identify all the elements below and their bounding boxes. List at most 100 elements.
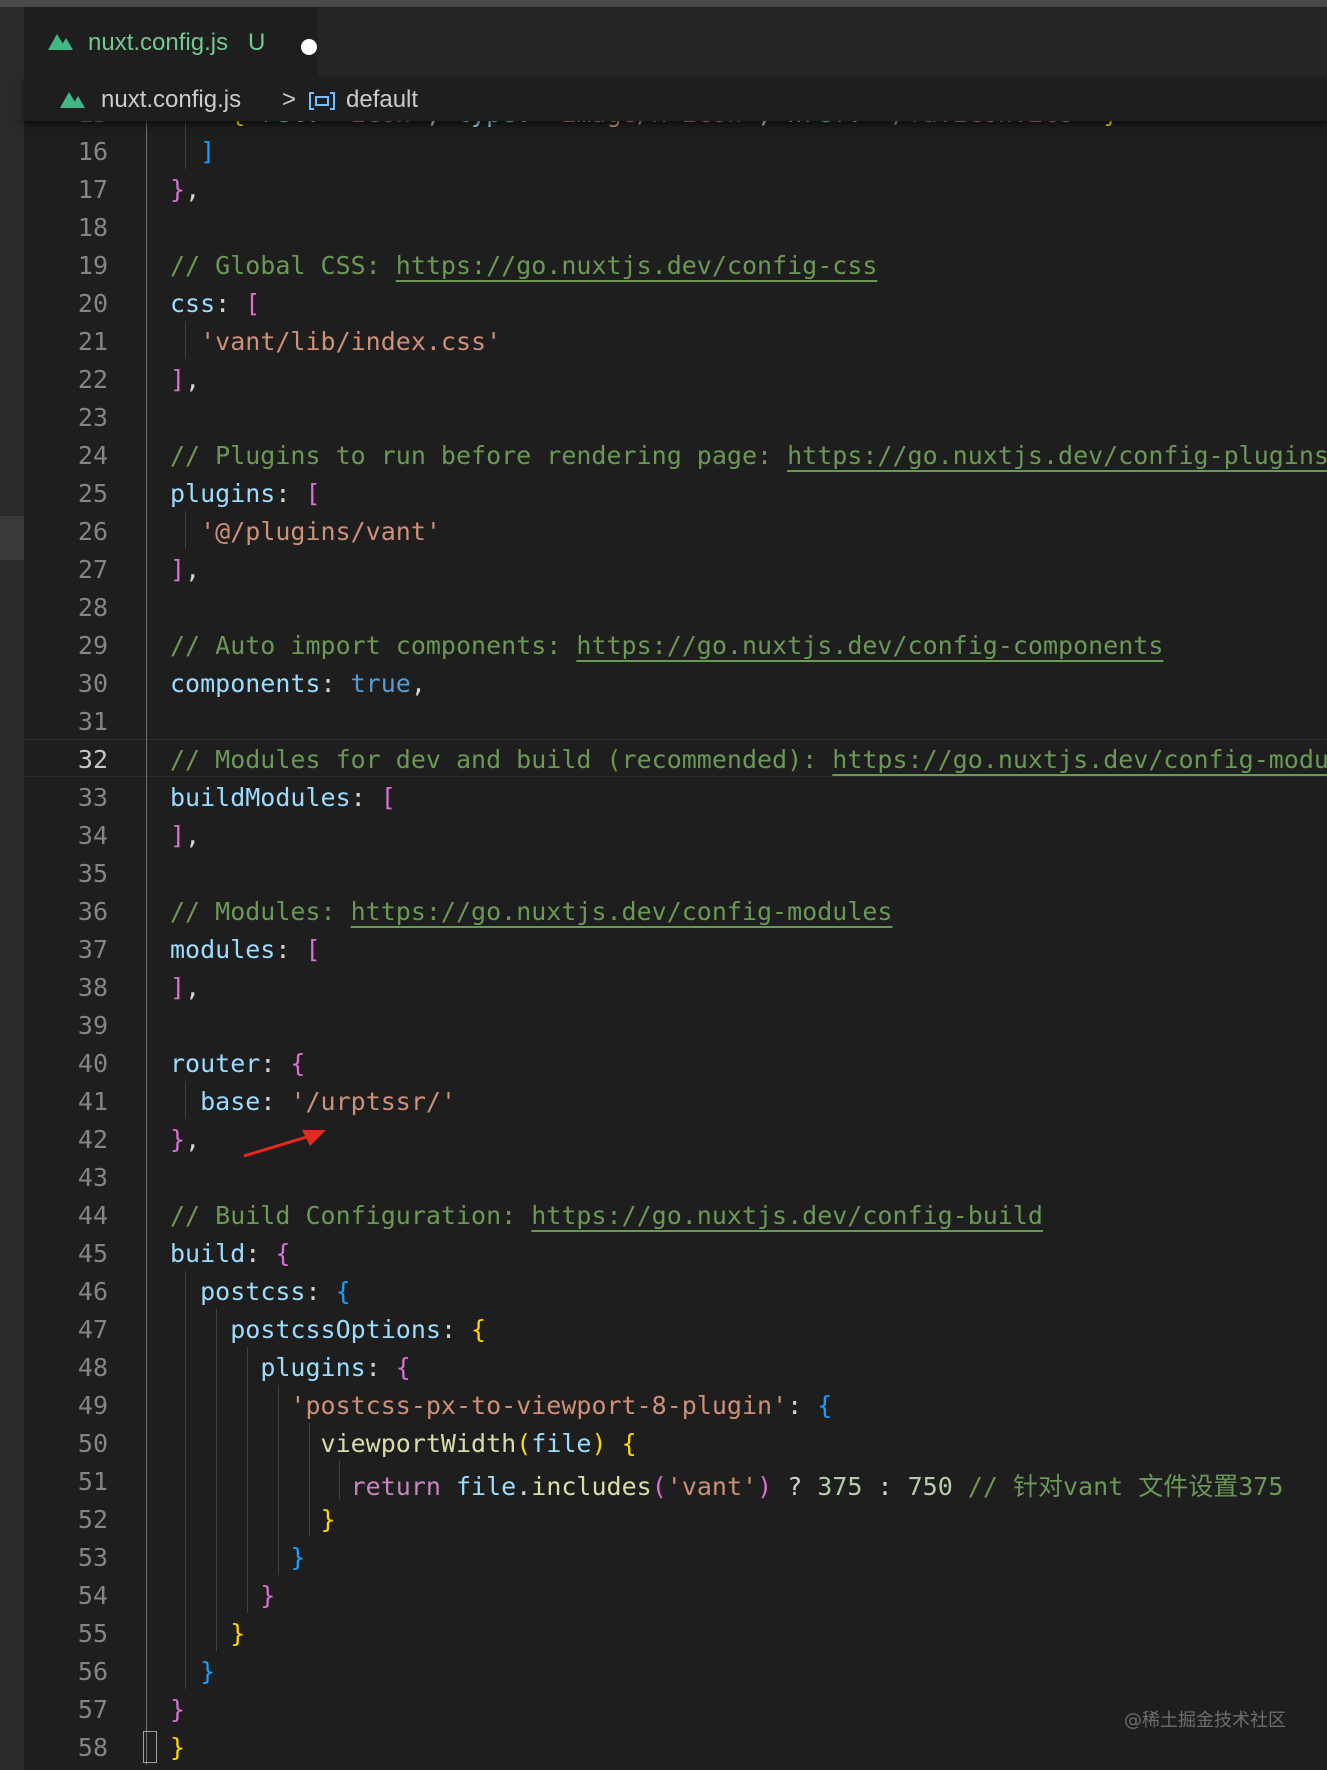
code-token: { (395, 1353, 411, 1382)
code-text: } (170, 1733, 185, 1762)
code-text: // Auto import components: https://go.nu… (170, 631, 1163, 660)
code-line[interactable]: 54 } (24, 1575, 1327, 1613)
code-text: viewportWidth(file) { (170, 1429, 637, 1458)
code-line[interactable]: 30 components: true, (24, 663, 1327, 701)
code-text: 'vant/lib/index.css' (170, 327, 501, 356)
code-token: viewportWidth (320, 1429, 517, 1458)
code-line[interactable]: 27], (24, 549, 1327, 587)
line-number: 38 (77, 973, 108, 1002)
code-text: plugins: [ (170, 479, 321, 508)
code-line[interactable]: 18 (24, 207, 1327, 245)
code-line[interactable]: 46 postcss: { (24, 1271, 1327, 1309)
code-line[interactable]: 36 // Modules: https://go.nuxtjs.dev/conf… (24, 891, 1327, 929)
code-line[interactable]: 44 // Build Configuration: https://go.nux… (24, 1195, 1327, 1233)
code-line[interactable]: 26 '@/plugins/vant' (24, 511, 1327, 549)
code-text: }, (170, 175, 200, 204)
code-line[interactable]: 24 // Plugins to run before rendering pag… (24, 435, 1327, 473)
line-number: 35 (77, 859, 108, 888)
code-line[interactable]: 34], (24, 815, 1327, 853)
code-line[interactable]: 43 (24, 1157, 1327, 1195)
line-number: 25 (77, 479, 108, 508)
code-token: // Modules: (170, 897, 351, 926)
unsaved-dot-icon[interactable] (301, 39, 317, 55)
code-token: : (260, 1087, 291, 1116)
code-line[interactable]: 20 css: [ (24, 283, 1327, 321)
code-line[interactable]: 21 'vant/lib/index.css' (24, 321, 1327, 359)
code-line[interactable]: 53 } (24, 1537, 1327, 1575)
code-token: '@/plugins/vant' (200, 517, 441, 546)
code-line[interactable]: 42}, (24, 1119, 1327, 1157)
code-line[interactable]: 23 (24, 397, 1327, 435)
code-line[interactable]: 51 return file.includes('vant') ? 375 : … (24, 1461, 1327, 1501)
code-token[interactable]: https://go.nuxtjs.dev/config-components (576, 631, 1163, 660)
code-token: , (185, 175, 201, 204)
breadcrumb-symbol[interactable]: default (346, 86, 418, 114)
code-line[interactable]: 41 base: '/urptssr/' (24, 1081, 1327, 1119)
code-token[interactable]: https://go.nuxtjs.dev/config-modules (351, 897, 893, 926)
line-number: 20 (77, 289, 108, 318)
indent-guide (185, 321, 187, 359)
code-line[interactable]: 33 buildModules: [ (24, 777, 1327, 815)
code-line[interactable]: 28 (24, 587, 1327, 625)
code-line[interactable]: 56 } (24, 1651, 1327, 1689)
code-line[interactable]: 19 // Global CSS: https://go.nuxtjs.dev/c… (24, 245, 1327, 283)
code-token: : (275, 935, 306, 964)
code-token: : (350, 783, 381, 812)
code-token[interactable]: https://go.nuxtjs.dev/config-build (531, 1201, 1043, 1230)
code-text: ], (170, 365, 200, 394)
code-line[interactable]: 31 (24, 701, 1327, 739)
code-token: [ (305, 935, 321, 964)
code-line[interactable]: 58} (24, 1727, 1327, 1765)
code-line[interactable]: 35 (24, 853, 1327, 891)
code-line[interactable]: 47 postcssOptions: { (24, 1309, 1327, 1347)
code-token: ] (170, 973, 186, 1002)
code-line[interactable]: 39 (24, 1005, 1327, 1043)
code-token[interactable]: https://go.nuxtjs.dev/config-css (396, 251, 878, 280)
code-token: ] (170, 821, 186, 850)
code-line[interactable]: 45 build: { (24, 1233, 1327, 1271)
line-number: 29 (77, 631, 108, 660)
code-token[interactable]: https://go.nuxtjs.dev/config-modules (832, 745, 1327, 774)
code-token: 750 (907, 1472, 953, 1501)
code-token: plugins (260, 1353, 366, 1382)
line-number: 52 (77, 1505, 108, 1534)
code-line[interactable]: 32 // Modules for dev and build (recommen… (24, 739, 1327, 777)
code-line[interactable]: 29 // Auto import components: https://go.… (24, 625, 1327, 663)
code-token: [ (380, 783, 396, 812)
code-token: , (185, 1125, 201, 1154)
code-line[interactable]: 52 } (24, 1499, 1327, 1537)
code-line[interactable]: 50 viewportWidth(file) { (24, 1423, 1327, 1461)
tab-nuxt-config[interactable]: nuxt.config.js U (24, 7, 318, 77)
code-token: // Build Configuration: (170, 1201, 532, 1230)
code-line[interactable]: 22], (24, 359, 1327, 397)
code-token: } (170, 1619, 246, 1648)
code-token: [ (305, 479, 321, 508)
code-line[interactable]: 25 plugins: [ (24, 473, 1327, 511)
code-line[interactable]: 48 plugins: { (24, 1347, 1327, 1385)
code-token: '/urptssr/' (290, 1087, 457, 1116)
line-number: 49 (77, 1391, 108, 1420)
code-editor[interactable]: 15 { rel: 'icon', type: 'image/x-icon', … (24, 100, 1327, 1770)
code-line[interactable]: 49 'postcss-px-to-viewport-8-plugin': { (24, 1385, 1327, 1423)
code-line[interactable]: 16 ] (24, 131, 1327, 169)
code-token: ( (516, 1429, 532, 1458)
line-number: 48 (77, 1353, 108, 1382)
code-line[interactable]: 55 } (24, 1613, 1327, 1651)
code-line[interactable]: 38], (24, 967, 1327, 1005)
line-number: 36 (77, 897, 108, 926)
code-token: , (185, 555, 201, 584)
symbol-variable-icon (309, 92, 335, 110)
breadcrumb-file[interactable]: nuxt.config.js (101, 86, 241, 114)
indent-guide (185, 1271, 187, 1689)
code-token: : (320, 669, 351, 698)
code-text: 'postcss-px-to-viewport-8-plugin': { (170, 1391, 832, 1420)
code-token[interactable]: https://go.nuxtjs.dev/config-plugins (787, 441, 1327, 470)
code-line[interactable]: 17}, (24, 169, 1327, 207)
line-number: 34 (77, 821, 108, 850)
code-line[interactable]: 37 modules: [ (24, 929, 1327, 967)
code-line[interactable]: 40 router: { (24, 1043, 1327, 1081)
code-token: // Modules for dev and build (recommende… (170, 745, 833, 774)
code-text: postcss: { (170, 1277, 351, 1306)
